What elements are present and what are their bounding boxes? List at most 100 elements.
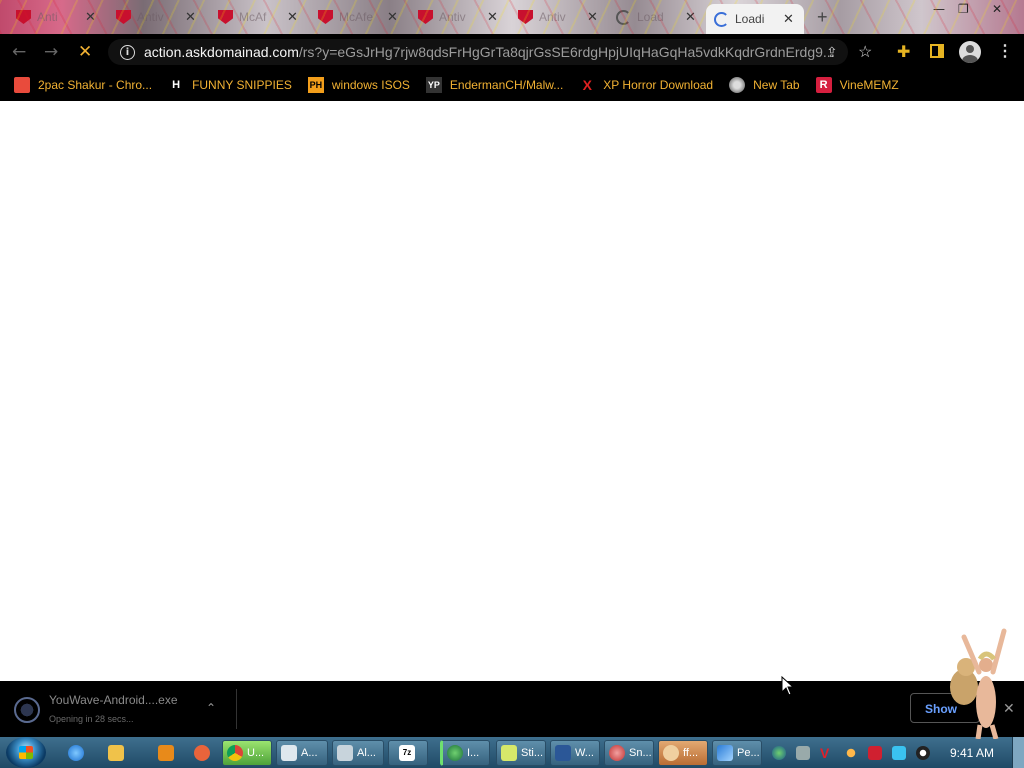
bookmark-label: New Tab xyxy=(753,78,800,92)
tab-6[interactable]: Antiv ✕ xyxy=(510,4,608,30)
taskbar-label: I... xyxy=(467,747,480,759)
tab-title: Antiv xyxy=(539,10,566,24)
share-icon[interactable]: ⇪ xyxy=(826,44,838,61)
close-window-icon[interactable]: ✕ xyxy=(992,2,1002,16)
profile-avatar-icon[interactable] xyxy=(959,41,981,63)
globe-icon xyxy=(729,77,746,93)
taskbar-item-i[interactable]: I... xyxy=(440,740,490,766)
restore-icon[interactable]: ❐ xyxy=(958,2,969,16)
media-player-icon[interactable] xyxy=(154,740,180,766)
download-file-icon[interactable] xyxy=(14,697,40,723)
close-tab-icon[interactable]: ✕ xyxy=(287,10,298,25)
tray-globe-icon[interactable] xyxy=(772,746,786,760)
tab-2[interactable]: Antiv ✕ xyxy=(108,4,206,30)
tray-volume-icon[interactable] xyxy=(916,746,930,760)
stop-loading-icon[interactable]: ✕ xyxy=(78,42,92,62)
pinned-app-icon[interactable] xyxy=(190,740,216,766)
x-icon: X xyxy=(582,77,592,93)
tab-1[interactable]: Anti ✕ xyxy=(8,4,106,30)
taskbar-item-al[interactable]: Al... xyxy=(332,740,384,766)
tab-4[interactable]: McAfe ✕ xyxy=(310,4,408,30)
show-desktop-button[interactable] xyxy=(1012,737,1024,768)
bookmark-windows-isos[interactable]: PH windows ISOS xyxy=(307,77,410,93)
start-button[interactable] xyxy=(6,737,46,768)
ph-icon: PH xyxy=(307,77,324,93)
globe-icon xyxy=(447,745,463,761)
ie-icon[interactable] xyxy=(64,740,88,766)
bookmarks-bar: 2pac Shakur - Chro... H FUNNY SNIPPIES P… xyxy=(0,70,1024,100)
tab-5[interactable]: Antiv ✕ xyxy=(410,4,508,30)
taskbar-label: A... xyxy=(301,747,318,759)
loading-spinner-icon xyxy=(714,11,729,27)
h-icon: H xyxy=(172,79,181,91)
word-icon xyxy=(555,745,571,761)
bookmark-2pac[interactable]: 2pac Shakur - Chro... xyxy=(14,77,152,93)
back-icon[interactable]: ← xyxy=(12,42,26,62)
bookmark-star-icon[interactable]: ☆ xyxy=(858,42,872,62)
taskbar-item-a[interactable]: A... xyxy=(276,740,328,766)
yp-icon: YP xyxy=(425,77,442,93)
forward-icon[interactable]: → xyxy=(44,42,58,62)
address-bar[interactable]: i action.askdomainad.com/rs?y=eGsJrHg7rj… xyxy=(108,39,848,65)
taskbar-label: U... xyxy=(247,747,265,759)
bookmark-label: VineMEMZ xyxy=(839,78,899,92)
tray-app-icon[interactable] xyxy=(796,746,810,760)
taskbar-item-sticky[interactable]: Sti... xyxy=(496,740,546,766)
taskbar-label: Pe... xyxy=(737,747,760,759)
download-divider xyxy=(236,689,237,729)
tab-title: McAfe xyxy=(339,10,374,24)
snipping-tool-icon xyxy=(609,745,625,761)
close-tab-icon[interactable]: ✕ xyxy=(587,10,598,25)
url-path: /rs?y=eGsJrHg7rjw8qdsFrHgGrTa8qjrGsSE6rd… xyxy=(298,44,835,60)
tray-monitor-icon[interactable] xyxy=(892,746,906,760)
bookmark-endermanch[interactable]: YP EndermanCH/Malw... xyxy=(425,77,563,93)
loading-spinner-icon xyxy=(616,9,631,25)
mcafee-shield-icon xyxy=(318,10,333,24)
explorer-folder-icon[interactable] xyxy=(104,740,130,766)
taskbar-item-word[interactable]: W... xyxy=(550,740,600,766)
tab-active[interactable]: Loadi ✕ xyxy=(706,4,804,34)
taskbar-item-ff[interactable]: ff... xyxy=(658,740,708,766)
download-filename[interactable]: YouWave-Android....exe xyxy=(49,693,178,707)
mcafee-shield-icon xyxy=(418,10,433,24)
tray-flag-icon[interactable] xyxy=(868,746,882,760)
taskbar-label: Sti... xyxy=(521,747,544,759)
extensions-puzzle-icon[interactable]: ✚ xyxy=(897,42,910,62)
close-tab-icon[interactable]: ✕ xyxy=(85,10,96,25)
tray-search-icon[interactable] xyxy=(844,746,858,760)
bookmark-label: FUNNY SNIPPIES xyxy=(192,78,292,92)
close-tab-icon[interactable]: ✕ xyxy=(185,10,196,25)
close-tab-icon[interactable]: ✕ xyxy=(783,12,794,27)
chevron-up-icon[interactable]: ⌃ xyxy=(206,701,216,715)
close-tab-icon[interactable]: ✕ xyxy=(487,10,498,25)
bookmark-label: 2pac Shakur - Chro... xyxy=(38,78,153,92)
bookmark-xp-horror[interactable]: X XP Horror Download xyxy=(579,77,714,93)
paint-icon xyxy=(663,745,679,761)
url-host: action.askdomainad.com xyxy=(144,44,299,60)
bookmark-label: windows ISOS xyxy=(331,78,410,92)
taskbar-clock[interactable]: 9:41 AM xyxy=(950,746,994,760)
tab-title: Loadi xyxy=(735,12,765,26)
minimize-icon[interactable]: — xyxy=(933,2,945,16)
site-info-icon[interactable]: i xyxy=(120,44,135,60)
bookmark-vinememz[interactable]: R VineMEMZ xyxy=(815,77,899,93)
new-tab-button[interactable]: + xyxy=(817,7,828,28)
page-content-blank xyxy=(0,101,1024,681)
close-tab-icon[interactable]: ✕ xyxy=(387,10,398,25)
window-icon xyxy=(281,745,297,761)
bookmark-new-tab[interactable]: New Tab xyxy=(729,77,800,93)
tray-v-icon[interactable]: V xyxy=(820,746,834,760)
tab-3[interactable]: McAf ✕ xyxy=(210,4,308,30)
taskbar-item-chrome[interactable]: U... xyxy=(222,740,272,766)
desktop-character-sprite xyxy=(950,628,1007,739)
tab-title: Anti xyxy=(37,10,58,24)
taskbar-item-pe[interactable]: Pe... xyxy=(712,740,762,766)
tab-7[interactable]: Load ✕ xyxy=(608,4,706,30)
tab-title: McAf xyxy=(239,10,267,24)
taskbar-item-7zip[interactable]: 7z xyxy=(388,740,428,766)
bookmark-funny-snippies[interactable]: H FUNNY SNIPPIES xyxy=(168,77,292,93)
taskbar-item-snipping[interactable]: Sn... xyxy=(604,740,654,766)
side-panel-icon[interactable] xyxy=(930,44,944,58)
close-tab-icon[interactable]: ✕ xyxy=(685,10,696,25)
chrome-menu-icon[interactable]: ⋮ xyxy=(997,41,1013,61)
